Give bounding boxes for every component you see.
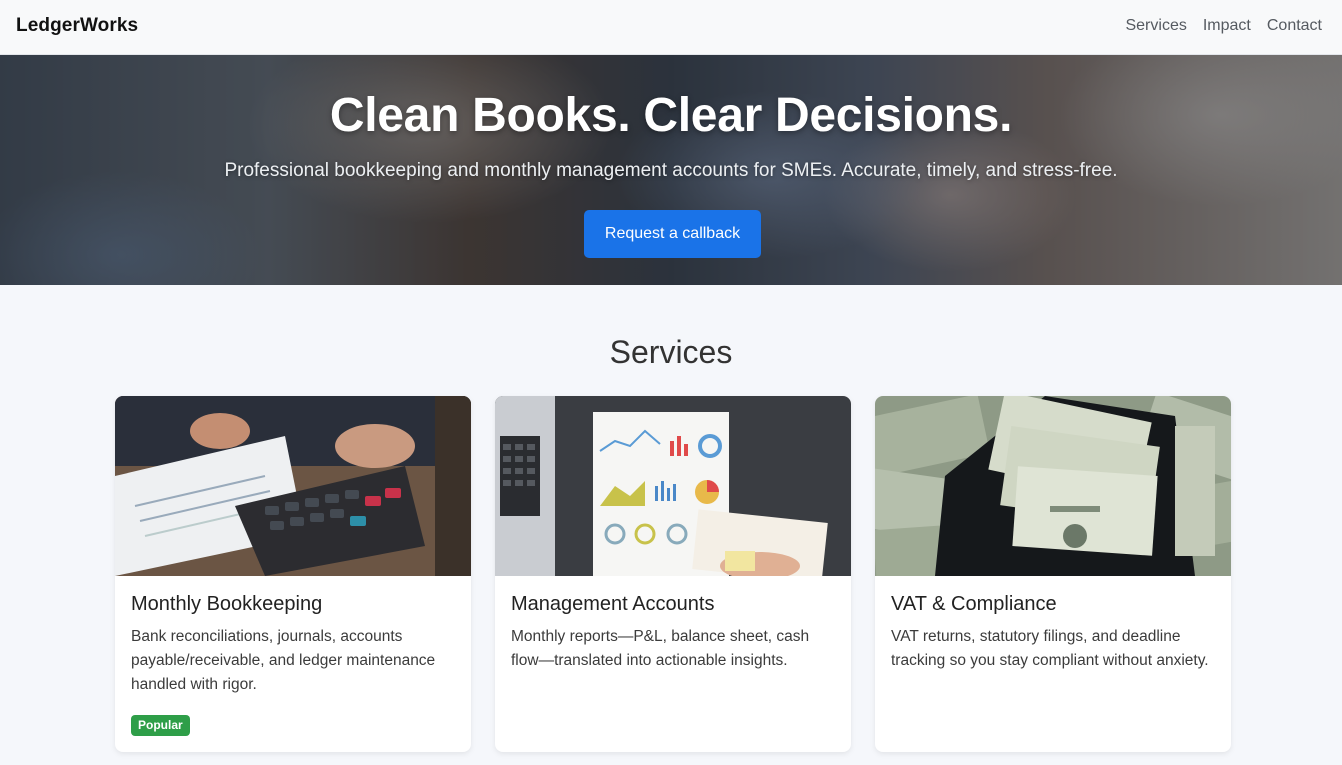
card-title: Monthly Bookkeeping <box>131 593 323 615</box>
brand-logo[interactable]: LedgerWorks <box>16 15 138 37</box>
card-title: VAT & Compliance <box>891 593 1057 615</box>
popular-badge: Popular <box>131 715 190 736</box>
calculator-photo <box>115 396 471 576</box>
hero-title: Clean Books. Clear Decisions. <box>329 89 1013 142</box>
services-heading: Services <box>609 334 733 370</box>
nav-link-impact[interactable]: Impact <box>1203 17 1251 35</box>
navbar: LedgerWorks Services Impact Contact <box>0 0 1342 55</box>
nav-links: Services Impact Contact <box>1125 17 1322 35</box>
service-card-bookkeeping: Monthly Bookkeeping Bank reconciliations… <box>115 396 471 752</box>
hero-subtitle: Professional bookkeeping and monthly man… <box>224 160 1118 181</box>
service-card-vat-compliance: VAT & Compliance VAT returns, statutory … <box>875 396 1231 752</box>
request-callback-button[interactable]: Request a callback <box>584 210 761 258</box>
nav-link-services[interactable]: Services <box>1125 17 1186 35</box>
hero-section: Clean Books. Clear Decisions. Profession… <box>0 55 1342 285</box>
service-card-management-accounts: Management Accounts Monthly reports—P&L,… <box>495 396 851 752</box>
charts-report-photo <box>495 396 851 576</box>
card-title: Management Accounts <box>511 593 715 615</box>
card-description: Bank reconciliations, journals, accounts… <box>131 628 436 693</box>
nav-link-contact[interactable]: Contact <box>1267 17 1322 35</box>
card-description: VAT returns, statutory filings, and dead… <box>891 628 1209 669</box>
card-description: Monthly reports—P&L, balance sheet, cash… <box>511 628 810 669</box>
cash-envelope-photo <box>875 396 1231 576</box>
